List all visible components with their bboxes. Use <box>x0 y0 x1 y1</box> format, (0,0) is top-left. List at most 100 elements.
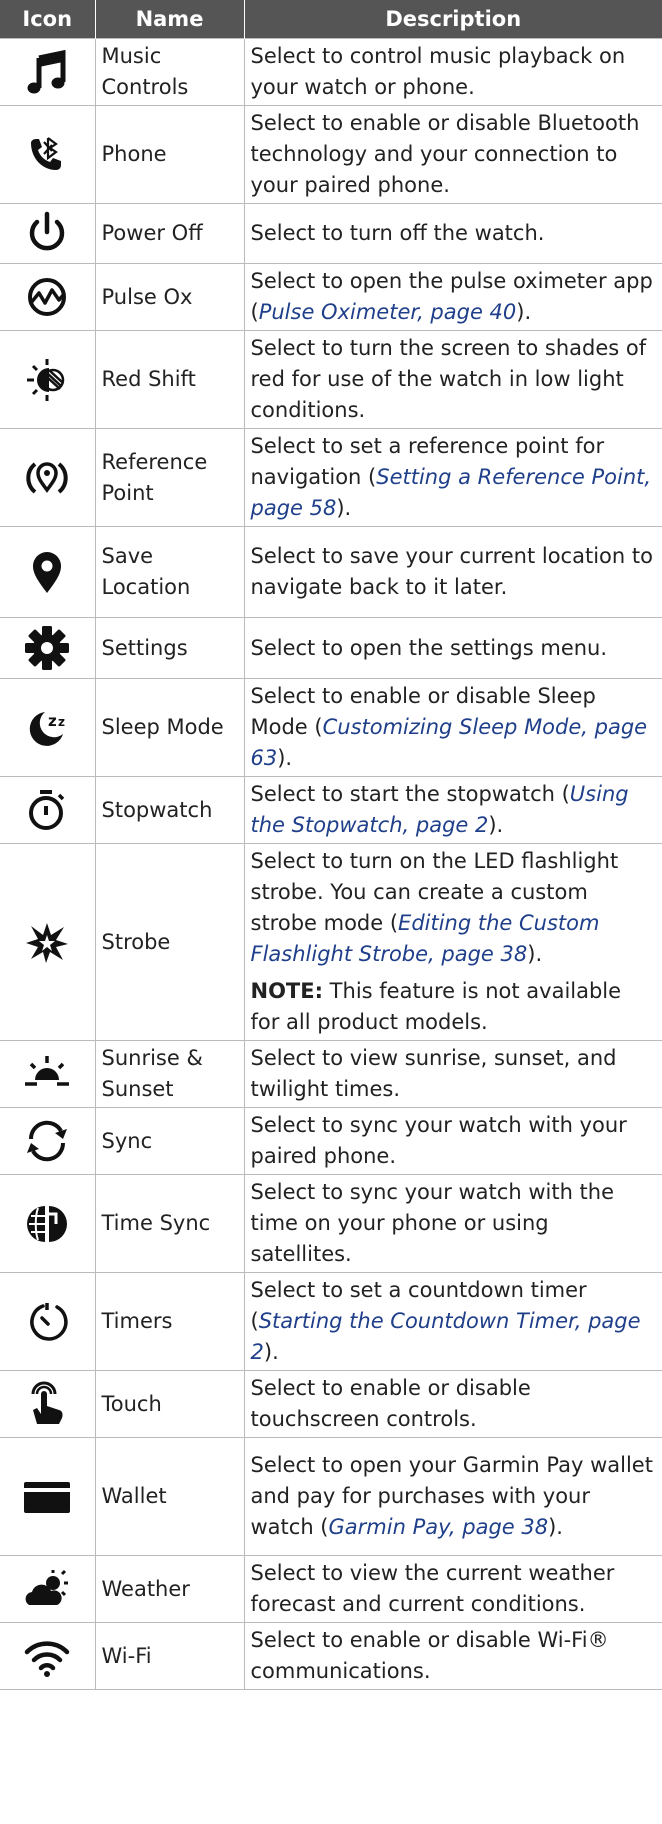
name-cell: Timers <box>94 1272 245 1371</box>
description-cell: Select to turn off the watch. <box>243 203 662 264</box>
header-description: Description <box>244 0 662 39</box>
table-row: Reference Point Select to set a reference… <box>0 428 662 527</box>
description-tail: ). <box>548 1515 563 1539</box>
description-text: Select to set a countdown timer (Startin… <box>251 1275 657 1368</box>
icon-cell <box>0 1174 96 1273</box>
description-cell: Select to view the current weather forec… <box>243 1555 662 1623</box>
location-pin-icon <box>33 552 62 593</box>
power-icon <box>30 211 65 250</box>
description-tail: ). <box>488 813 504 837</box>
wifi-icon <box>25 1641 70 1677</box>
description-lead: Select to start the stopwatch ( <box>250 782 570 806</box>
description-cell: Select to enable or disable Sleep Mode (… <box>243 678 662 777</box>
cross-reference-link[interactable]: Garmin Pay, page 38 <box>329 1515 549 1539</box>
icon-cell <box>0 1272 96 1371</box>
icon-cell <box>0 1107 96 1175</box>
red-shift-icon <box>27 358 65 401</box>
description-lead: Select to turn the screen to shades of r… <box>250 336 647 422</box>
table-header-row: Icon Name Description <box>0 0 662 39</box>
name-cell: Power Off <box>94 203 245 264</box>
description-tail: ). <box>336 496 352 520</box>
description-cell: Select to start the stopwatch (Using the… <box>243 776 662 844</box>
description-text: Select to turn off the watch. <box>251 218 657 249</box>
table-row: z z Sleep Mode Select to enable or disable … <box>0 678 662 777</box>
header-name: Name <box>95 0 245 39</box>
table-row: Music Controls Select to control music pl… <box>0 38 662 106</box>
table-row: Wi-Fi Select to enable or disable Wi-Fi® … <box>0 1622 662 1690</box>
name-cell: Red Shift <box>94 330 245 429</box>
table-row: Phone Select to enable or disable Bluetoo… <box>0 105 662 204</box>
icon-cell <box>0 1370 96 1438</box>
svg-text:z: z <box>58 715 65 729</box>
description-text: Select to view sunrise, sunset, and twil… <box>251 1043 657 1105</box>
name-cell: Weather <box>94 1555 245 1623</box>
name-cell: Reference Point <box>94 428 245 527</box>
icon-cell <box>0 105 96 204</box>
weather-icon <box>25 1569 69 1605</box>
table-row: Pulse Ox Select to open the pulse oximete… <box>0 263 662 331</box>
table-row: Red Shift Select to turn the screen to sh… <box>0 330 662 429</box>
description-lead: Select to turn off the watch. <box>250 221 545 245</box>
description-cell: Select to set a countdown timer (Startin… <box>243 1272 662 1371</box>
description-cell: Select to open the settings menu. <box>243 617 662 679</box>
table-row: Strobe Select to turn on the LED flashlig… <box>0 843 662 1041</box>
sleep-mode-icon: zz <box>30 711 65 746</box>
description-text: Select to enable or disable Sleep Mode (… <box>251 681 657 774</box>
name-cell: Touch <box>94 1370 245 1438</box>
timer-icon <box>30 1302 68 1341</box>
icon-cell <box>0 428 96 527</box>
name-cell: Sunrise & Sunset <box>94 1040 245 1108</box>
description-lead: Select to sync your watch with the time … <box>250 1180 615 1266</box>
table-row: Power Off Select to turn off the watch. <box>0 203 662 264</box>
time-sync-icon <box>27 1203 68 1244</box>
icon-cell <box>0 1555 96 1623</box>
description-cell: Select to save your current location to … <box>243 526 662 618</box>
description-text: Select to turn the screen to shades of r… <box>251 333 657 426</box>
description-text: Select to start the stopwatch (Using the… <box>251 779 657 841</box>
icon-cell <box>0 38 96 106</box>
table-row: Sunrise & Sunset Select to view sunrise, … <box>0 1040 662 1108</box>
description-text: Select to enable or disable touchscreen … <box>251 1373 657 1435</box>
description-cell: Select to open the pulse oximeter app (P… <box>243 263 662 331</box>
controls-table: Icon Name Description Music Controls Sele… <box>0 0 662 1690</box>
description-tail: ). <box>527 942 543 966</box>
name-cell: Music Controls <box>94 38 245 106</box>
name-cell: Pulse Ox <box>94 263 245 331</box>
description-text: Select to open the pulse oximeter app (P… <box>251 266 657 328</box>
gear-icon <box>25 626 70 670</box>
header-icon: Icon <box>0 0 96 39</box>
description-lead: Select to enable or disable touchscreen … <box>250 1376 531 1431</box>
icon-cell <box>0 1437 96 1556</box>
description-tail: ). <box>263 1340 279 1364</box>
description-cell: Select to set a reference point for navi… <box>243 428 662 527</box>
icon-cell <box>0 1622 96 1690</box>
stopwatch-icon <box>29 790 65 830</box>
description-text: Select to set a reference point for navi… <box>251 431 657 524</box>
cross-reference-link[interactable]: Pulse Oximeter, page 40 <box>259 300 517 324</box>
description-cell: Select to open your Garmin Pay wallet an… <box>243 1437 662 1556</box>
name-cell: Time Sync <box>94 1174 245 1273</box>
note-label: NOTE: <box>250 979 324 1003</box>
description-cell: Select to enable or disable touchscreen … <box>243 1370 662 1438</box>
icon-cell <box>0 617 96 679</box>
sync-icon <box>27 1120 68 1162</box>
description-tail: ). <box>277 746 293 770</box>
icon-cell <box>0 776 96 844</box>
cross-reference-link[interactable]: Starting the Countdown Timer, page 2 <box>251 1309 641 1364</box>
table-row: Stopwatch Select to start the stopwatch (… <box>0 776 662 844</box>
table-row: Timers Select to set a countdown timer (S… <box>0 1272 662 1371</box>
description-lead: Select to control music playback on your… <box>250 44 626 99</box>
reference-point-icon <box>26 461 68 494</box>
table-row: Sync Select to sync your watch with your … <box>0 1107 662 1175</box>
name-cell: Wallet <box>94 1437 245 1556</box>
description-lead: Select to enable or disable Bluetooth te… <box>250 111 640 197</box>
name-cell: Save Location <box>94 526 245 618</box>
description-lead: Select to open the settings menu. <box>250 635 608 660</box>
description-text: Select to sync your watch with the time … <box>251 1177 657 1270</box>
description-lead: Select to enable or disable Wi-Fi® commu… <box>250 1628 609 1683</box>
description-lead: Select to save your current location to … <box>250 544 653 599</box>
icon-cell <box>0 203 96 264</box>
description-text: Select to open the settings menu. <box>251 633 657 664</box>
name-cell: Strobe <box>94 843 245 1041</box>
music-note-icon <box>27 49 66 94</box>
